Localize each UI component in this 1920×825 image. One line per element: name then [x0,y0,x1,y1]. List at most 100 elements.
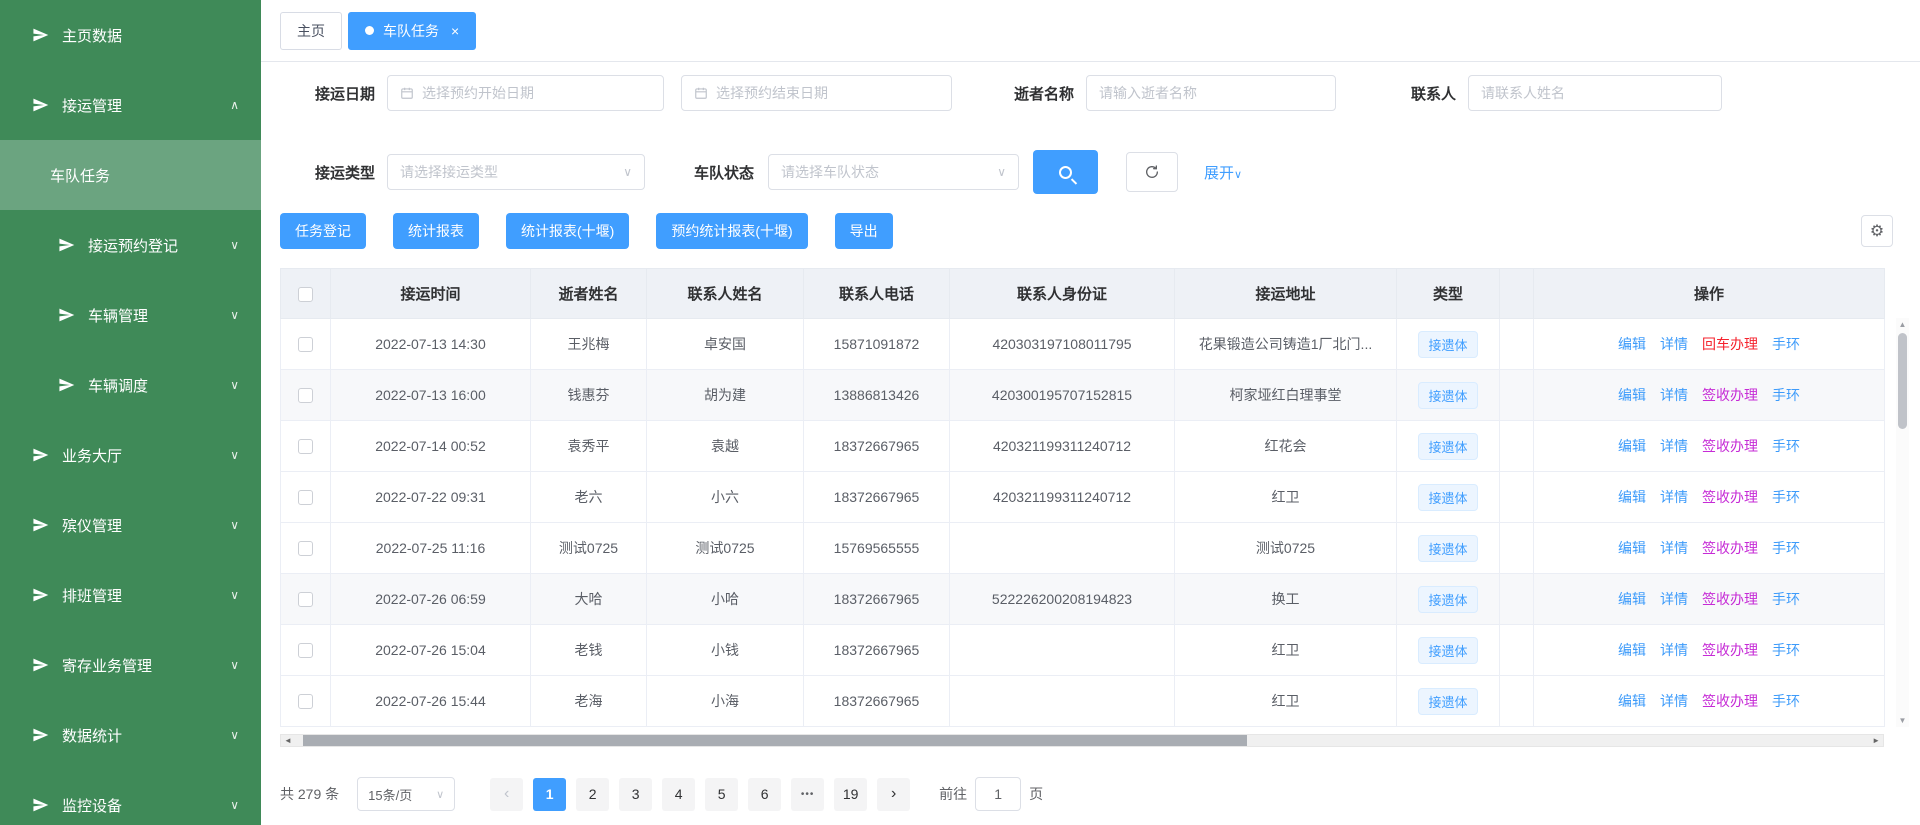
action-link-手环[interactable]: 手环 [1772,642,1800,658]
column-settings-button[interactable]: ⚙ [1861,215,1893,247]
action-link-编辑[interactable]: 编辑 [1618,489,1646,505]
page-button-19[interactable]: 19 [834,778,867,811]
row-checkbox[interactable] [298,643,313,658]
action-link-手环[interactable]: 手环 [1772,336,1800,352]
vertical-scrollbar[interactable]: ▲ ▼ [1896,318,1909,727]
action-link-编辑[interactable]: 编辑 [1618,540,1646,556]
page-size-select[interactable]: 15条/页 ∨ [357,777,455,811]
action-link-签收办理[interactable]: 签收办理 [1702,642,1758,658]
refresh-button[interactable] [1126,152,1178,192]
scroll-right-icon[interactable]: ► [1869,735,1883,746]
table-body: 2022-07-13 14:30王兆梅卓安国158710918724203031… [281,319,1885,727]
action-link-回车办理[interactable]: 回车办理 [1702,336,1758,352]
page-button-6[interactable]: 6 [748,778,781,811]
tab-1[interactable]: 车队任务× [348,12,476,50]
horizontal-scrollbar[interactable]: ◄ ► [280,734,1884,747]
sidebar-item-8[interactable]: 排班管理∨ [0,560,261,630]
action-link-编辑[interactable]: 编辑 [1618,387,1646,403]
page-ellipsis[interactable]: ••• [791,778,824,811]
sidebar-item-9[interactable]: 寄存业务管理∨ [0,630,261,700]
contact-name-cell: 小钱 [647,625,804,676]
action-link-签收办理[interactable]: 签收办理 [1702,693,1758,709]
toolbar-button-0[interactable]: 任务登记 [280,213,366,249]
scroll-left-icon[interactable]: ◄ [281,735,295,746]
action-link-手环[interactable]: 手环 [1772,540,1800,556]
action-link-详情[interactable]: 详情 [1660,387,1688,403]
contact-name-cell: 小哈 [647,574,804,625]
goto-page-input[interactable] [975,777,1021,811]
sidebar-item-5[interactable]: 车辆调度∨ [0,350,261,420]
active-tab-dot-icon [365,26,374,35]
expand-link[interactable]: 展开∨ [1204,162,1242,183]
action-link-编辑[interactable]: 编辑 [1618,591,1646,607]
action-link-签收办理[interactable]: 签收办理 [1702,540,1758,556]
row-checkbox[interactable] [298,694,313,709]
next-page-button[interactable]: › [877,778,910,811]
row-checkbox[interactable] [298,337,313,352]
vertical-scroll-thumb[interactable] [1898,333,1907,429]
horizontal-scroll-track[interactable] [295,735,1869,746]
action-link-签收办理[interactable]: 签收办理 [1702,489,1758,505]
action-link-签收办理[interactable]: 签收办理 [1702,387,1758,403]
action-link-编辑[interactable]: 编辑 [1618,642,1646,658]
row-checkbox-cell [281,574,331,625]
action-link-编辑[interactable]: 编辑 [1618,438,1646,454]
page-button-4[interactable]: 4 [662,778,695,811]
page-button-2[interactable]: 2 [576,778,609,811]
page-button-3[interactable]: 3 [619,778,652,811]
action-link-详情[interactable]: 详情 [1660,489,1688,505]
sidebar-item-2[interactable]: 车队任务 [0,140,261,210]
fleet-status-label: 车队状态 [694,162,754,183]
action-link-详情[interactable]: 详情 [1660,438,1688,454]
action-link-编辑[interactable]: 编辑 [1618,336,1646,352]
horizontal-scroll-thumb[interactable] [303,735,1247,746]
row-checkbox[interactable] [298,541,313,556]
action-link-手环[interactable]: 手环 [1772,438,1800,454]
sidebar-item-6[interactable]: 业务大厅∨ [0,420,261,490]
action-link-签收办理[interactable]: 签收办理 [1702,438,1758,454]
sidebar-item-3[interactable]: 接运预约登记∨ [0,210,261,280]
pickup-type-select[interactable]: 请选择接运类型 ∨ [387,154,645,190]
row-checkbox[interactable] [298,439,313,454]
toolbar-button-2[interactable]: 统计报表(十堰) [506,213,629,249]
action-link-手环[interactable]: 手环 [1772,387,1800,403]
row-checkbox[interactable] [298,592,313,607]
prev-page-button[interactable]: ‹ [490,778,523,811]
table-row: 2022-07-26 06:59大哈小哈18372667965522226200… [281,574,1885,625]
sidebar-item-1[interactable]: 接运管理∧ [0,70,261,140]
sidebar-item-10[interactable]: 数据统计∨ [0,700,261,770]
search-button[interactable] [1033,150,1098,194]
fleet-status-select[interactable]: 请选择车队状态 ∨ [768,154,1019,190]
tab-label: 主页 [297,21,325,41]
action-link-手环[interactable]: 手环 [1772,591,1800,607]
action-link-详情[interactable]: 详情 [1660,336,1688,352]
action-link-编辑[interactable]: 编辑 [1618,693,1646,709]
tab-0[interactable]: 主页 [280,12,342,50]
scroll-up-icon[interactable]: ▲ [1899,318,1907,331]
row-checkbox[interactable] [298,388,313,403]
sidebar-item-4[interactable]: 车辆管理∨ [0,280,261,350]
toolbar-button-1[interactable]: 统计报表 [393,213,479,249]
page-button-5[interactable]: 5 [705,778,738,811]
action-link-详情[interactable]: 详情 [1660,540,1688,556]
date-start-input[interactable]: 选择预约开始日期 [387,75,664,111]
sidebar-item-11[interactable]: 监控设备∨ [0,770,261,825]
deceased-name-input[interactable]: 请输入逝者名称 [1086,75,1336,111]
sidebar-item-7[interactable]: 殡仪管理∨ [0,490,261,560]
scroll-down-icon[interactable]: ▼ [1899,714,1907,727]
action-link-签收办理[interactable]: 签收办理 [1702,591,1758,607]
action-link-详情[interactable]: 详情 [1660,591,1688,607]
action-link-手环[interactable]: 手环 [1772,489,1800,505]
action-link-详情[interactable]: 详情 [1660,642,1688,658]
row-checkbox[interactable] [298,490,313,505]
action-link-手环[interactable]: 手环 [1772,693,1800,709]
toolbar-button-3[interactable]: 预约统计报表(十堰) [656,213,807,249]
action-link-详情[interactable]: 详情 [1660,693,1688,709]
sidebar-item-0[interactable]: 主页数据 [0,0,261,70]
close-tab-icon[interactable]: × [451,24,459,38]
contact-input[interactable]: 请联系人姓名 [1468,75,1722,111]
toolbar-button-4[interactable]: 导出 [835,213,893,249]
select-all-checkbox[interactable] [298,287,313,302]
date-end-input[interactable]: 选择预约结束日期 [681,75,952,111]
page-button-1[interactable]: 1 [533,778,566,811]
